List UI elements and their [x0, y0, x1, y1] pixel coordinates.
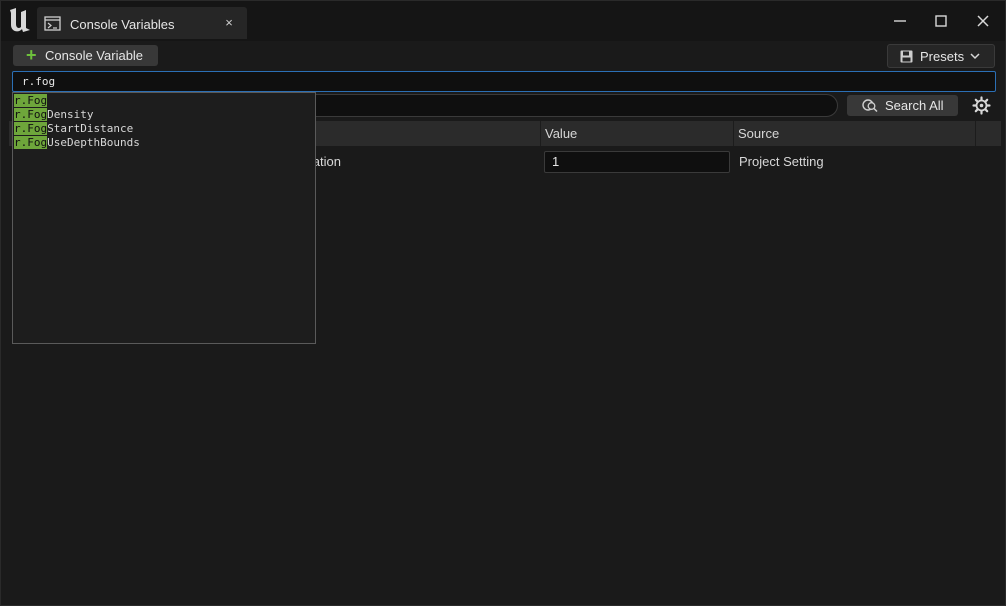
autocomplete-dropdown: r.Fog r.FogDensity r.FogStartDistance r.…	[12, 92, 316, 344]
match-highlight: r.Fog	[14, 136, 48, 149]
autocomplete-item[interactable]: r.FogUseDepthBounds	[14, 136, 140, 150]
autocomplete-suffix: UseDepthBounds	[47, 136, 140, 149]
tab-console-variables[interactable]: Console Variables ×	[37, 7, 247, 39]
column-header-options	[976, 121, 1001, 146]
match-highlight: r.Fog	[14, 122, 48, 135]
autocomplete-item[interactable]: r.FogStartDistance	[14, 122, 133, 136]
chevron-down-icon	[970, 53, 980, 60]
minimize-icon[interactable]	[889, 11, 911, 31]
add-console-variable-label: Console Variable	[45, 48, 144, 63]
column-header-value[interactable]: Value	[541, 121, 734, 146]
variable-source-cell: Project Setting	[739, 154, 824, 169]
variable-value-input[interactable]: 1	[544, 151, 730, 173]
tab-title: Console Variables	[70, 17, 175, 32]
match-highlight: r.Fog	[14, 94, 48, 107]
match-highlight: r.Fog	[14, 108, 48, 121]
column-header-source[interactable]: Source	[734, 121, 976, 146]
presets-button[interactable]: Presets	[887, 44, 995, 68]
add-console-variable-button[interactable]: + Console Variable	[13, 45, 158, 66]
autocomplete-suffix: StartDistance	[47, 122, 134, 135]
settings-gear-icon[interactable]	[972, 96, 991, 115]
plus-icon: +	[26, 45, 37, 65]
console-window-icon	[44, 16, 61, 31]
tab-close-icon[interactable]: ×	[221, 15, 237, 31]
autocomplete-item[interactable]: r.Fog	[14, 94, 48, 108]
console-variables-window: Console Variables × + Console Variable P…	[0, 0, 1006, 606]
search-all-icon	[862, 99, 878, 113]
close-window-icon[interactable]	[972, 11, 994, 31]
search-input[interactable]	[301, 94, 838, 117]
console-command-input[interactable]: r.fog	[12, 71, 996, 92]
search-all-label: Search All	[885, 98, 944, 113]
maximize-icon[interactable]	[930, 11, 952, 31]
presets-label: Presets	[920, 49, 965, 64]
autocomplete-item[interactable]: r.FogDensity	[14, 108, 93, 122]
autocomplete-suffix: Density	[47, 108, 94, 121]
search-all-button[interactable]: Search All	[847, 95, 958, 116]
save-disk-icon	[900, 50, 913, 63]
title-bar: Console Variables ×	[1, 1, 1005, 41]
unreal-engine-logo-icon	[10, 8, 30, 32]
